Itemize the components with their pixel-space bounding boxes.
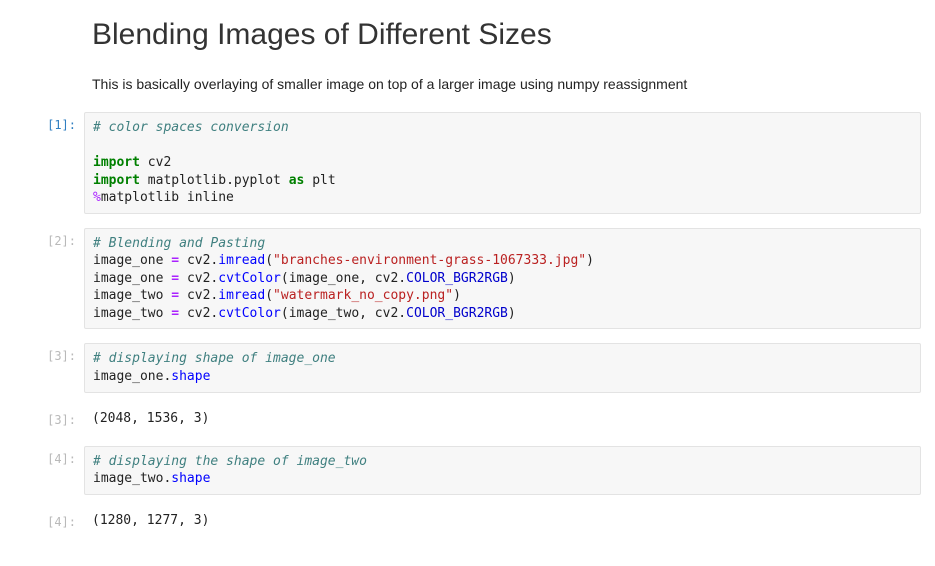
code-cell[interactable]: [3]: # displaying shape of image_one ima… — [0, 343, 935, 392]
ident: cv2. — [187, 253, 218, 268]
ident: cv2. — [187, 271, 218, 286]
input-prompt: [4]: — [22, 446, 84, 466]
code-comment: # Blending and Pasting — [93, 236, 265, 251]
ident: , cv2. — [359, 271, 406, 286]
ident: image_two — [93, 306, 163, 321]
page-description: This is basically overlaying of smaller … — [92, 76, 915, 92]
paren: ) — [586, 253, 594, 268]
paren: ( — [281, 306, 289, 321]
ident: image_two. — [93, 471, 171, 486]
ident: cv2 — [148, 155, 171, 170]
code-cell[interactable]: [4]: # displaying the shape of image_two… — [0, 446, 935, 495]
code-cell[interactable]: [2]: # Blending and Pasting image_one = … — [0, 228, 935, 330]
code-input[interactable]: # displaying the shape of image_two imag… — [84, 446, 921, 495]
keyword-import: import — [93, 173, 140, 188]
keyword-as: as — [289, 173, 305, 188]
ident: image_one — [93, 253, 163, 268]
op: = — [163, 306, 186, 321]
string: "branches-environment-grass-1067333.jpg" — [273, 253, 586, 268]
ident: matplotlib — [148, 173, 226, 188]
attr: shape — [171, 471, 210, 486]
ident: image_one — [93, 271, 163, 286]
ident: , cv2. — [359, 306, 406, 321]
op: = — [163, 288, 186, 303]
ident: .pyplot — [226, 173, 289, 188]
ident: cv2. — [187, 288, 218, 303]
output-cell: [3]: (2048, 1536, 3) — [0, 407, 935, 432]
func: cvtColor — [218, 271, 281, 286]
paren: ) — [508, 271, 516, 286]
const: COLOR_BGR2RGB — [406, 306, 508, 321]
input-prompt: [3]: — [22, 343, 84, 363]
ident: plt — [312, 173, 335, 188]
func: cvtColor — [218, 306, 281, 321]
ident: image_one. — [93, 369, 171, 384]
output-cell: [4]: (1280, 1277, 3) — [0, 509, 935, 534]
attr: shape — [171, 369, 210, 384]
notebook: Blending Images of Different Sizes This … — [0, 0, 935, 566]
string: "watermark_no_copy.png" — [273, 288, 453, 303]
func: imread — [218, 288, 265, 303]
magic-percent: % — [93, 190, 101, 205]
input-prompt: [1]: — [22, 112, 84, 132]
ident: cv2. — [187, 306, 218, 321]
paren: ( — [281, 271, 289, 286]
output-text: (2048, 1536, 3) — [84, 407, 921, 432]
output-text: (1280, 1277, 3) — [84, 509, 921, 534]
keyword-import: import — [93, 155, 140, 170]
ident: image_two — [93, 288, 163, 303]
output-prompt: [4]: — [22, 509, 84, 529]
paren: ( — [265, 288, 273, 303]
output-prompt: [3]: — [22, 407, 84, 427]
paren: ) — [508, 306, 516, 321]
paren: ( — [265, 253, 273, 268]
paren: ) — [453, 288, 461, 303]
code-comment: # displaying the shape of image_two — [93, 454, 367, 469]
ident: image_two — [289, 306, 359, 321]
code-comment: # color spaces conversion — [93, 120, 289, 135]
func: imread — [218, 253, 265, 268]
code-input[interactable]: # color spaces conversion import cv2 imp… — [84, 112, 921, 214]
page-title: Blending Images of Different Sizes — [92, 18, 915, 52]
code-input[interactable]: # Blending and Pasting image_one = cv2.i… — [84, 228, 921, 330]
code-cell[interactable]: [1]: # color spaces conversion import cv… — [0, 112, 935, 214]
ident: image_one — [289, 271, 359, 286]
markdown-cell: Blending Images of Different Sizes This … — [92, 18, 915, 92]
op: = — [163, 253, 186, 268]
op: = — [163, 271, 186, 286]
const: COLOR_BGR2RGB — [406, 271, 508, 286]
code-input[interactable]: # displaying shape of image_one image_on… — [84, 343, 921, 392]
magic-cmd: matplotlib inline — [101, 190, 234, 205]
input-prompt: [2]: — [22, 228, 84, 248]
code-comment: # displaying shape of image_one — [93, 351, 336, 366]
